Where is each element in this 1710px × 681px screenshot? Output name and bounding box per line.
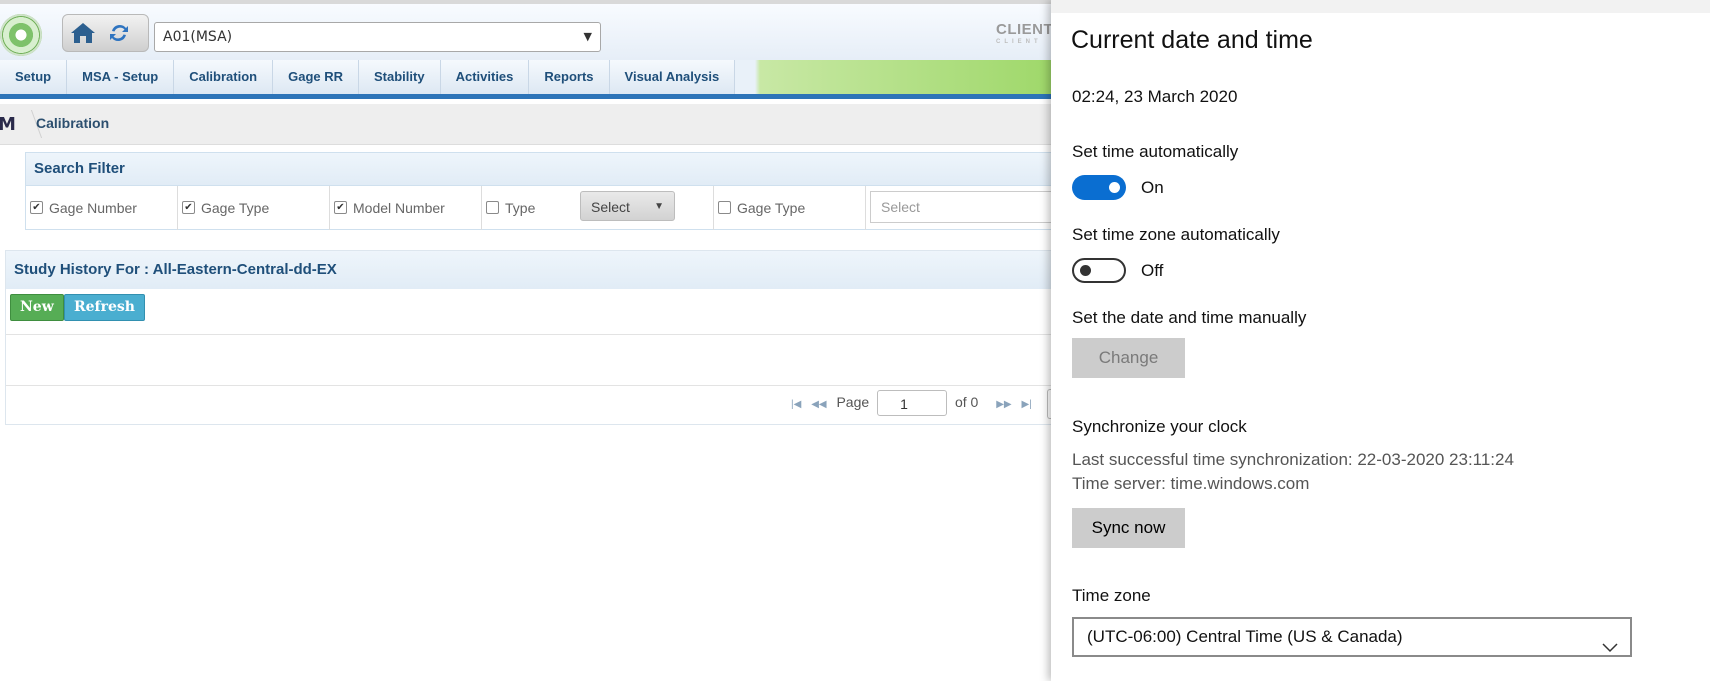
chevron-down-icon (1602, 630, 1618, 666)
gage-type-select-placeholder: Select (881, 199, 920, 215)
type-select-value: Select (591, 199, 630, 215)
filter-label: Gage Type (737, 200, 806, 216)
nav-gage-rr[interactable]: Gage RR (273, 60, 360, 94)
gage-type-select[interactable]: Select (870, 191, 1052, 223)
page-of-label: of 0 (954, 394, 979, 410)
breadcrumb: M Calibration (0, 104, 1052, 145)
client-logo-sub: CLIENT (996, 39, 1042, 45)
auto-zone-state: Off (1141, 261, 1164, 280)
checkbox-unchecked-icon[interactable] (718, 200, 731, 214)
dropdown-caret-icon: ▼ (583, 30, 592, 43)
quick-icons (62, 14, 149, 52)
filter-label: Gage Type (201, 200, 270, 216)
nav-msa-setup[interactable]: MSA - Setup (67, 60, 175, 94)
main-nav: Setup MSA - Setup Calibration Gage RR St… (0, 60, 1052, 99)
checkbox-checked-icon[interactable]: ✔ (182, 200, 195, 214)
client-logo: CLIENT CLIENT (996, 22, 1052, 46)
client-logo-main: CLIENT (996, 21, 1052, 38)
search-filter-title: Search Filter (26, 153, 1052, 186)
breadcrumb-home-icon[interactable]: M (0, 114, 16, 135)
sync-now-button[interactable]: Sync now (1072, 508, 1185, 548)
next-page-icon[interactable]: ▶▶ (996, 390, 1011, 420)
study-history-title: Study History For : All-Eastern-Central-… (6, 251, 1052, 289)
toggle-knob (1080, 265, 1091, 276)
breadcrumb-calibration[interactable]: Calibration (36, 115, 109, 131)
pager: |◀ ◀◀ Page 1 of 0 ▶▶ ▶| (791, 387, 1052, 420)
study-history-grid (6, 334, 1052, 386)
project-select[interactable]: A01(MSA) ▼ (154, 22, 601, 52)
nav-activities[interactable]: Activities (440, 60, 530, 94)
project-select-value: A01(MSA) (163, 29, 233, 45)
auto-zone-toggle[interactable] (1072, 258, 1126, 283)
auto-time-label: Set time automatically (1072, 142, 1239, 161)
current-date-time: 02:24, 23 March 2020 (1072, 87, 1238, 106)
refresh-button[interactable]: Refresh (64, 294, 145, 321)
nav-visual-analysis[interactable]: Visual Analysis (609, 60, 736, 94)
nav-setup[interactable]: Setup (0, 60, 68, 94)
filter-model-number[interactable]: ✔ Model Number (330, 186, 482, 230)
auto-time-state: On (1141, 178, 1164, 197)
top-bar: A01(MSA) ▼ CLIENT CLIENT (0, 0, 1052, 60)
panel-title: Current date and time (1071, 26, 1313, 54)
study-history-panel: Study History For : All-Eastern-Central-… (5, 250, 1052, 425)
panel-top-strip (1051, 0, 1710, 13)
filter-gage-type-2[interactable]: Gage Type (714, 186, 866, 230)
auto-time-toggle[interactable] (1072, 175, 1126, 200)
change-button[interactable]: Change (1072, 338, 1185, 378)
refresh-icon[interactable] (105, 19, 133, 47)
new-button[interactable]: New (10, 294, 64, 321)
time-zone-select[interactable]: (UTC-06:00) Central Time (US & Canada) (1072, 617, 1632, 657)
filter-label: Gage Number (49, 200, 137, 216)
filter-gage-type[interactable]: ✔ Gage Type (178, 186, 330, 230)
type-select[interactable]: Select ▼ (580, 191, 675, 221)
checkbox-unchecked-icon[interactable] (486, 200, 499, 214)
nav-reports[interactable]: Reports (529, 60, 610, 94)
time-zone-value: (UTC-06:00) Central Time (US & Canada) (1087, 627, 1403, 646)
last-page-icon[interactable]: ▶| (1021, 390, 1031, 420)
filter-label: Model Number (353, 200, 445, 216)
time-zone-label: Time zone (1072, 586, 1151, 605)
manual-label: Set the date and time manually (1072, 308, 1307, 327)
app-logo-icon[interactable] (0, 14, 42, 56)
last-sync-text: Last successful time synchronization: 22… (1072, 450, 1514, 469)
checkbox-checked-icon[interactable]: ✔ (30, 200, 43, 214)
time-server-text: Time server: time.windows.com (1072, 474, 1310, 493)
nav-stability[interactable]: Stability (359, 60, 441, 94)
filter-label: Type (505, 200, 536, 216)
sync-label: Synchronize your clock (1072, 417, 1247, 436)
first-page-icon[interactable]: |◀ (791, 390, 801, 420)
page-label: Page (836, 394, 870, 410)
checkbox-checked-icon[interactable]: ✔ (334, 200, 347, 214)
toggle-knob (1109, 182, 1120, 193)
home-icon[interactable] (69, 19, 97, 47)
filter-gage-number[interactable]: ✔ Gage Number (26, 186, 178, 230)
auto-zone-label: Set time zone automatically (1072, 225, 1280, 244)
dropdown-caret-icon: ▼ (654, 201, 664, 212)
date-time-settings-panel: Current date and time 02:24, 23 March 20… (1051, 0, 1710, 681)
prev-page-icon[interactable]: ◀◀ (811, 390, 826, 420)
web-app: A01(MSA) ▼ CLIENT CLIENT Setup MSA - Set… (0, 0, 1052, 681)
page-input[interactable]: 1 (877, 390, 948, 417)
nav-calibration[interactable]: Calibration (174, 60, 274, 94)
